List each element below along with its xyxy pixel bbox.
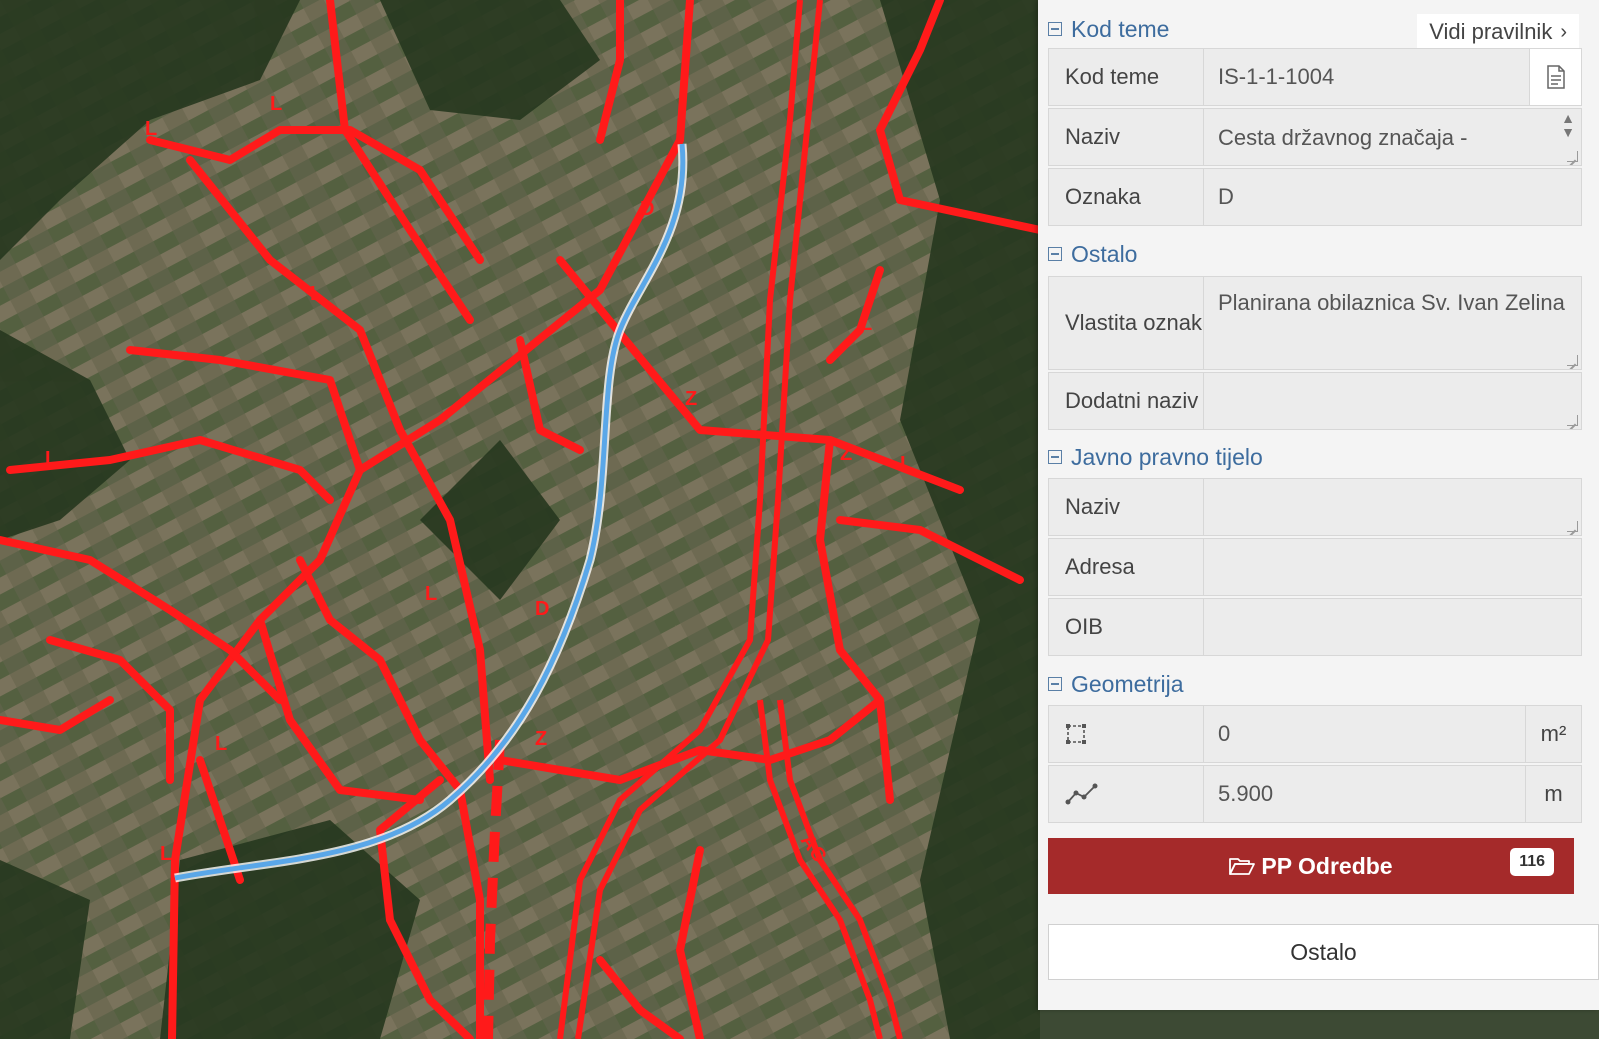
road-label: L (45, 448, 57, 470)
road-label: L (310, 283, 322, 305)
map-canvas[interactable]: D D Z L L L L Z AC L Z L L L L (0, 0, 1040, 1039)
field-label: Oznaka (1048, 168, 1204, 226)
ostalo-section-header[interactable]: Ostalo (1048, 239, 1137, 269)
jpt-naziv-field[interactable] (1204, 478, 1582, 536)
field-label: Kod teme (1048, 48, 1204, 106)
area-unit: m² (1526, 705, 1582, 763)
length-icon (1048, 765, 1204, 823)
document-icon[interactable] (1530, 48, 1582, 106)
section-title: Kod teme (1071, 15, 1170, 42)
kod-teme-field[interactable]: IS-1-1-1004 (1204, 48, 1530, 106)
field-value: D (1218, 184, 1234, 209)
ostalo-button[interactable]: Ostalo (1048, 924, 1599, 980)
road-label: Z (685, 388, 697, 410)
chevron-right-icon: › (1560, 20, 1567, 43)
collapse-icon[interactable] (1048, 247, 1062, 261)
collapse-icon[interactable] (1048, 677, 1062, 691)
count-badge: 116 (1510, 848, 1554, 876)
area-field[interactable]: 0 (1204, 705, 1526, 763)
road-label: L (215, 733, 227, 755)
button-label: PP Odredbe (1261, 852, 1393, 879)
adresa-field[interactable] (1204, 538, 1582, 596)
road-label: D (640, 198, 654, 220)
resize-handle-icon[interactable] (1567, 521, 1578, 532)
field-value: 0 (1218, 721, 1231, 746)
section-title: Ostalo (1071, 240, 1138, 267)
resize-handle-icon[interactable] (1567, 355, 1578, 366)
oib-row: OIB (1048, 598, 1582, 656)
road-label: L (425, 583, 437, 605)
adresa-row: Adresa (1048, 538, 1582, 596)
area-icon (1048, 705, 1204, 763)
resize-handle-icon[interactable] (1567, 415, 1578, 426)
field-label: Dodatni naziv (1048, 372, 1204, 430)
kod-teme-row: Kod teme IS-1-1-1004 (1048, 48, 1582, 106)
collapse-icon[interactable] (1048, 450, 1062, 464)
field-label: Vlastita oznaka (1048, 276, 1204, 370)
area-row: 0 m² (1048, 705, 1582, 763)
vlastita-oznaka-field[interactable]: Planirana obilaznica Sv. Ivan Zelina (1204, 276, 1582, 370)
naziv-field[interactable]: Cesta državnog značaja - ▲ ▼ (1204, 108, 1582, 166)
field-label: Adresa (1048, 538, 1204, 596)
section-title: Javno pravno tijelo (1071, 443, 1263, 470)
field-label: Naziv (1048, 108, 1204, 166)
kod-teme-section-header[interactable]: Kod teme (1048, 14, 1169, 44)
vidi-pravilnik-link[interactable]: Vidi pravilnik › (1417, 14, 1579, 50)
field-value: Planirana obilaznica Sv. Ivan Zelina (1218, 290, 1565, 315)
road-label: D (535, 598, 549, 620)
jpt-naziv-row: Naziv (1048, 478, 1582, 536)
length-row: 5.900 m (1048, 765, 1582, 823)
field-value: Cesta državnog značaja - (1218, 125, 1468, 150)
oib-field[interactable] (1204, 598, 1582, 656)
scroll-arrows-icon[interactable]: ▲ ▼ (1561, 111, 1575, 139)
geometrija-section-header[interactable]: Geometrija (1048, 669, 1183, 699)
javno-pravno-tijelo-section-header[interactable]: Javno pravno tijelo (1048, 442, 1263, 472)
field-value: 5.900 (1218, 781, 1274, 806)
vlastita-oznaka-row: Vlastita oznaka Planirana obilaznica Sv.… (1048, 276, 1582, 370)
road-label: Z (840, 443, 852, 465)
resize-handle-icon[interactable] (1567, 151, 1578, 162)
oznaka-field[interactable]: D (1204, 168, 1582, 226)
road-label: L (270, 93, 282, 115)
road-label: L (145, 118, 157, 140)
feature-info-panel: Kod teme Vidi pravilnik › Kod teme IS-1-… (1038, 0, 1599, 1010)
naziv-row: Naziv Cesta državnog značaja - ▲ ▼ (1048, 108, 1582, 166)
road-label: L (860, 313, 872, 335)
dodatni-naziv-row: Dodatni naziv (1048, 372, 1582, 430)
folder-open-icon (1229, 858, 1256, 875)
road-label: L (900, 453, 912, 475)
link-label: Vidi pravilnik (1429, 19, 1553, 44)
button-label: Ostalo (1290, 938, 1357, 965)
length-unit: m (1526, 765, 1582, 823)
field-value: IS-1-1-1004 (1218, 64, 1335, 89)
length-field[interactable]: 5.900 (1204, 765, 1526, 823)
road-label: Z (535, 728, 547, 750)
pp-odredbe-button[interactable]: PP Odredbe 116 (1048, 838, 1574, 894)
road-label: L (160, 843, 172, 865)
collapse-icon[interactable] (1048, 22, 1062, 36)
oznaka-row: Oznaka D (1048, 168, 1582, 226)
dodatni-naziv-field[interactable] (1204, 372, 1582, 430)
section-title: Geometrija (1071, 670, 1184, 697)
field-label: OIB (1048, 598, 1204, 656)
field-label: Naziv (1048, 478, 1204, 536)
